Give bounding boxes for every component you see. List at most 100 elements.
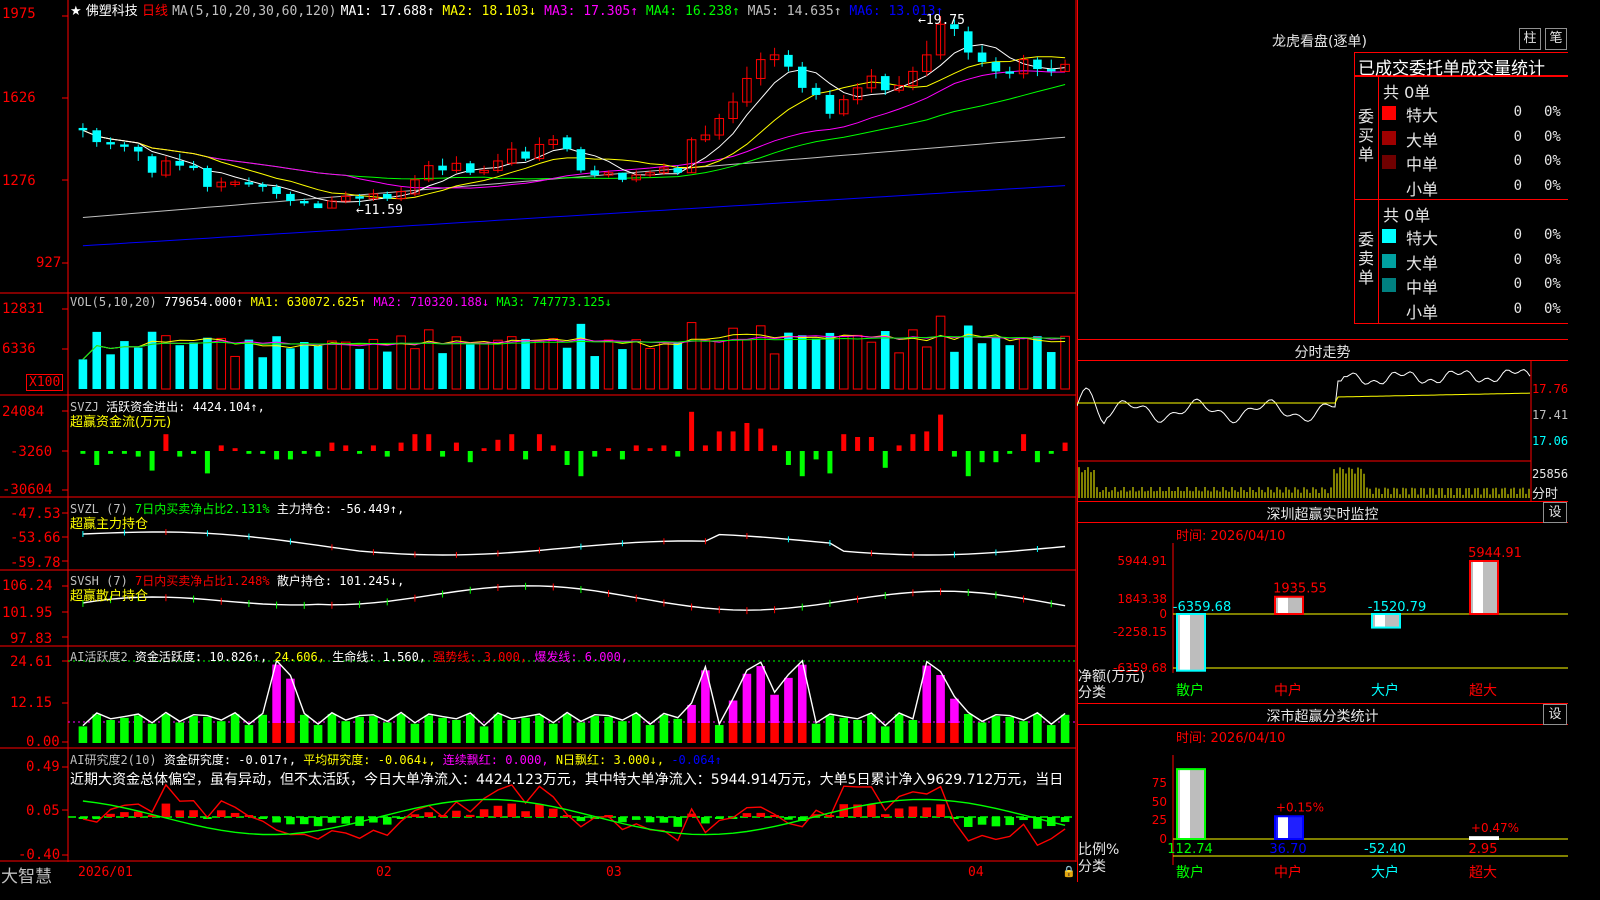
- svzl-subtitle: 超赢主力持仓: [70, 517, 149, 532]
- candle-body: [1033, 59, 1042, 70]
- monitor-value-label: -6359.68: [1173, 600, 1231, 615]
- svsh-axis-tick: 106.24: [2, 578, 53, 594]
- activity-bar: [299, 714, 309, 743]
- ma-label: MA(5,10,20,30,60,120): [172, 4, 337, 19]
- sell-row: 中单 0 0%: [1354, 273, 1568, 297]
- ai1-axis-tick: 24.61: [10, 654, 53, 670]
- activity-bar-base: [272, 723, 281, 743]
- monitor-settings-button[interactable]: 设: [1543, 502, 1567, 523]
- lock-icon[interactable]: 🔒: [1062, 865, 1076, 878]
- activity-bar: [355, 716, 364, 743]
- activity-bar: [230, 714, 240, 743]
- candle-body: [784, 54, 793, 67]
- monitor-header: 深圳超赢实时监控: [1077, 501, 1568, 523]
- activity-bar-base: [770, 723, 779, 743]
- volume-bar: [645, 347, 655, 390]
- research-bar: [673, 817, 683, 827]
- activity-bar-base: [936, 723, 945, 743]
- activity-bar: [950, 698, 959, 723]
- volume-bar: [534, 340, 545, 390]
- volume-bar: [216, 337, 227, 390]
- fund-flow-bar: [260, 451, 266, 454]
- fund-flow-bar: [564, 451, 570, 465]
- svsh-subtitle: 超赢散户持仓: [70, 589, 149, 604]
- research-bar: [120, 812, 129, 817]
- volume-bar: [230, 355, 240, 390]
- research-bar: [258, 817, 268, 819]
- ai1-axis-tick: 0.00: [26, 734, 60, 750]
- monitor-axis-tick: 1843.38: [1117, 592, 1167, 606]
- activity-bar: [756, 666, 766, 723]
- candle-body: [272, 186, 281, 194]
- stock-name: 佛塑科技: [85, 4, 138, 19]
- price-axis-tick: 927: [36, 255, 62, 271]
- activity-bar: [811, 723, 821, 743]
- activity-bar: [216, 721, 226, 743]
- candle-body: [673, 168, 683, 173]
- sell-row-pct: 0%: [1544, 227, 1561, 243]
- activity-bar: [452, 719, 461, 743]
- buy-row-count: 0: [1513, 153, 1522, 169]
- ai2-summary-text: 近期大资金总体偏空，虽有异动，但不太活跃，今日大单净流入：4424.123万元，…: [70, 772, 1064, 788]
- research-bar: [701, 817, 710, 824]
- volume-bar: [1046, 352, 1056, 389]
- buy-row-label: 小单: [1406, 179, 1439, 199]
- candle-body: [825, 94, 835, 114]
- order-stats-tab-bar: 已成交委托单成交量统计: [1354, 52, 1568, 79]
- activity-bar: [465, 714, 475, 743]
- research-bar: [424, 812, 434, 817]
- activity-bar: [880, 726, 890, 743]
- classify-delta-label: +0.47%: [1471, 821, 1519, 835]
- research-bar: [382, 817, 392, 825]
- buy-row: 小单 0 0%: [1354, 175, 1568, 199]
- research-bar: [327, 817, 337, 823]
- volume-bar: [700, 339, 711, 390]
- monitor-bar-highlight: [1180, 614, 1190, 671]
- volume-bar: [1033, 336, 1042, 389]
- volume-bar: [258, 357, 268, 389]
- ai2-axis-tick: 0.05: [26, 803, 60, 819]
- volume-bar: [286, 348, 295, 389]
- activity-bar: [576, 722, 586, 743]
- fund-flow-bar: [232, 448, 238, 451]
- svzj-subtitle: 超赢资金流(万元): [70, 415, 172, 430]
- activity-bar: [327, 714, 337, 743]
- price-high-mark: ←19.75: [918, 13, 965, 28]
- intraday-axis-tick: 17.76: [1532, 382, 1569, 396]
- research-bar: [535, 804, 544, 817]
- bar-view-button[interactable]: 柱: [1519, 28, 1541, 50]
- tick-view-button[interactable]: 笔: [1545, 28, 1567, 50]
- fund-flow-bar: [274, 451, 280, 460]
- sell-row-pct: 0%: [1544, 276, 1561, 292]
- vol-unit-button[interactable]: X100: [26, 374, 64, 391]
- volume-bar: [866, 341, 877, 390]
- activity-bar: [175, 722, 185, 743]
- research-bar: [299, 817, 309, 825]
- volume-bar: [299, 342, 309, 389]
- ai2-header: AI研究度2(10) 资金研究度: -0.017↑, 平均研究度: -0.064…: [70, 753, 722, 767]
- activity-bar-base: [687, 723, 696, 743]
- svzj-axis-tick: 24084: [2, 404, 45, 420]
- volume-bar: [133, 347, 143, 389]
- research-bar: [742, 813, 752, 817]
- fund-flow-bar: [301, 451, 307, 454]
- volume-bar: [355, 348, 364, 389]
- buy-row-pct: 0%: [1544, 104, 1561, 120]
- sell-row: 小单 0 0%: [1354, 298, 1568, 322]
- period-label[interactable]: 日线: [142, 4, 168, 19]
- classify-settings-button[interactable]: 设: [1543, 704, 1567, 725]
- activity-bar: [203, 716, 212, 743]
- volume-bar: [438, 353, 447, 389]
- sell-row-pct: 0%: [1544, 300, 1561, 317]
- favorite-star-icon[interactable]: ★: [70, 4, 82, 19]
- sell-total: 共 0单: [1383, 206, 1431, 225]
- fund-flow-bar: [398, 442, 404, 451]
- activity-bar: [687, 704, 696, 723]
- buy-total: 共 0单: [1383, 83, 1431, 102]
- main-chart-area: [0, 0, 1077, 862]
- volume-bar: [313, 345, 323, 389]
- classify-value-label: -52.40: [1364, 842, 1406, 857]
- classify-axis-tick: 75: [1152, 776, 1167, 790]
- classify-bar-outline: [1469, 836, 1499, 840]
- fund-flow-bar: [426, 434, 432, 451]
